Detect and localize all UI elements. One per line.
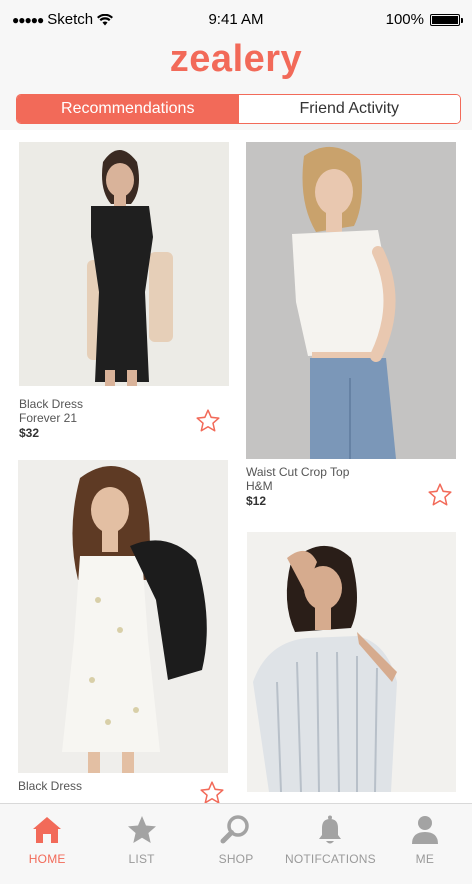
product-brand: H&M: [246, 479, 273, 493]
product-card[interactable]: [247, 532, 456, 803]
tab-recommendations[interactable]: Recommendations: [17, 95, 239, 123]
status-bar: ●●●●● Sketch 9:41 AM 100%: [0, 0, 472, 38]
status-right: 100%: [385, 11, 463, 28]
search-icon: [220, 815, 249, 844]
tab-label: NOTIFCATIONS: [285, 852, 376, 866]
product-title: Black Dress: [18, 779, 83, 793]
product-price: $32: [19, 426, 40, 440]
product-price: $12: [246, 494, 267, 508]
product-title: Black Dress: [19, 397, 84, 411]
tab-notifications[interactable]: NOTIFCATIONS: [283, 804, 377, 884]
tab-me[interactable]: ME: [378, 804, 472, 884]
header: zealery Recommendations Friend Activity: [0, 38, 472, 130]
star-icon: [127, 816, 156, 843]
segmented-control: Recommendations Friend Activity: [16, 94, 461, 124]
tab-home[interactable]: HOME: [0, 804, 94, 884]
product-brand: Forever 21: [19, 411, 78, 425]
tab-bar: HOME LIST SHOP NOTIFCATIONS ME: [0, 803, 472, 884]
home-icon: [33, 817, 62, 843]
tab-friend-activity[interactable]: Friend Activity: [238, 95, 460, 123]
product-card[interactable]: Black Dress Forever 21 $32: [19, 142, 229, 442]
product-title: Waist Cut Crop Top: [246, 465, 350, 479]
product-image[interactable]: [247, 532, 456, 792]
tab-label: HOME: [28, 852, 66, 866]
favorite-star-icon[interactable]: [195, 408, 221, 434]
favorite-star-icon[interactable]: [427, 482, 453, 508]
product-feed[interactable]: Black Dress Forever 21 $32 Waist Cut Cro…: [0, 130, 472, 803]
favorite-star-icon[interactable]: [199, 780, 225, 803]
product-image[interactable]: [19, 142, 229, 386]
tab-shop[interactable]: SHOP: [189, 804, 283, 884]
product-image[interactable]: [18, 460, 228, 773]
battery-icon: [430, 13, 463, 26]
bell-icon: [319, 815, 342, 844]
product-card[interactable]: Black Dress: [18, 460, 228, 803]
tab-label: SHOP: [218, 852, 254, 866]
tab-label: ME: [415, 852, 435, 866]
product-card[interactable]: Waist Cut Crop Top H&M $12: [246, 142, 456, 522]
battery-percent: 100%: [385, 11, 424, 28]
product-image[interactable]: [246, 142, 456, 459]
person-icon: [411, 816, 438, 844]
tab-label: LIST: [128, 852, 155, 866]
tab-list[interactable]: LIST: [94, 804, 188, 884]
app-logo: zealery: [169, 38, 303, 80]
